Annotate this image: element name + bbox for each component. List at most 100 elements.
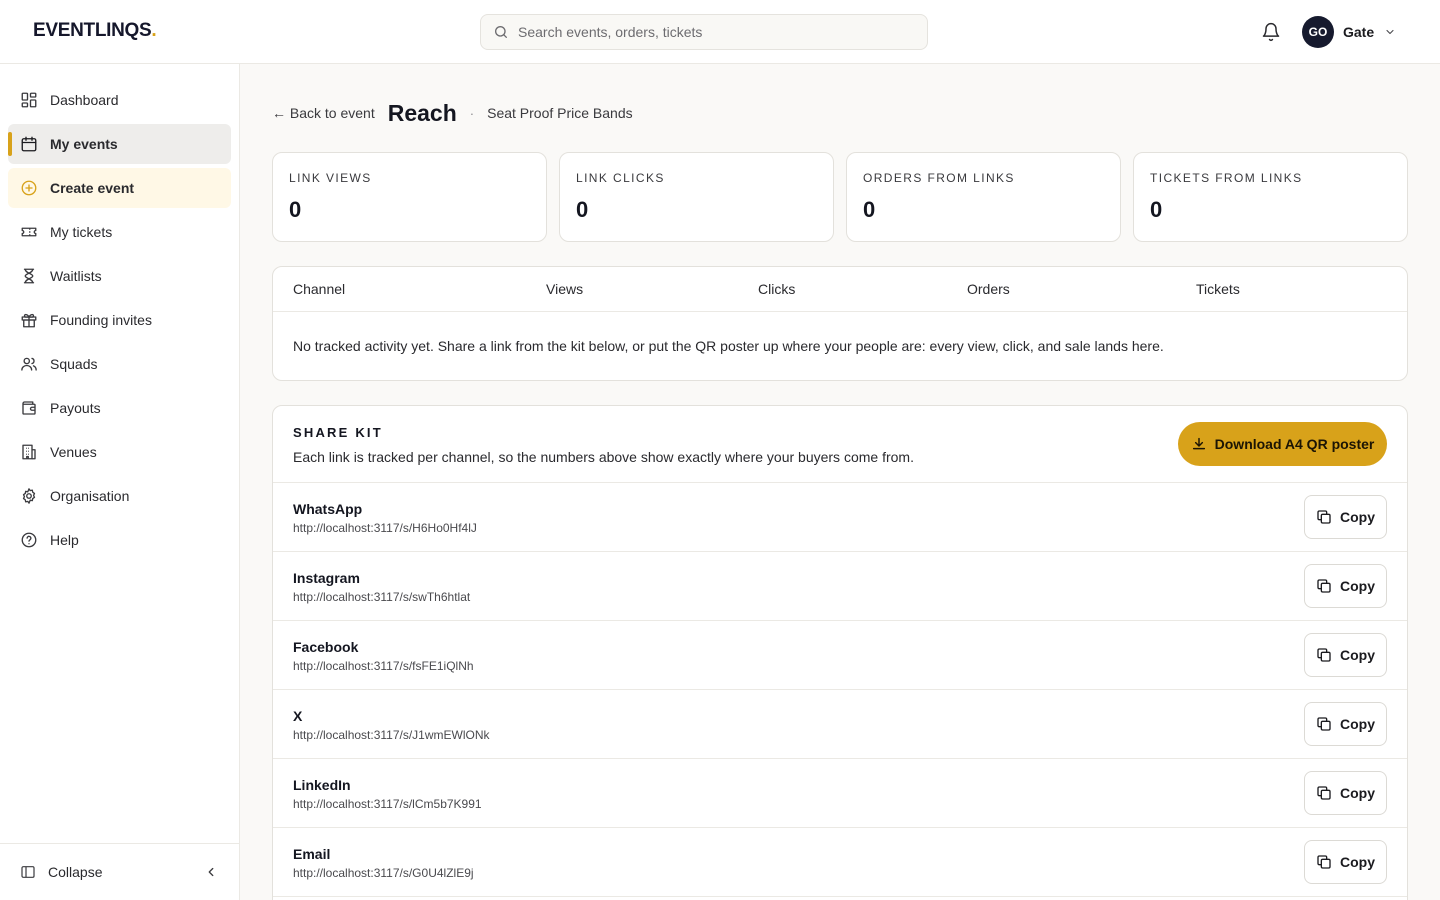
sidebar-item-label: Organisation <box>50 488 130 504</box>
sidebar-item-help[interactable]: Help <box>8 520 231 560</box>
sidebar-item-organisation[interactable]: Organisation <box>8 476 231 516</box>
copy-label: Copy <box>1340 716 1375 732</box>
share-row-email: Email http://localhost:3117/s/G0U4lZlE9j… <box>273 828 1407 897</box>
channel-url: http://localhost:3117/s/J1wmEWlONk <box>293 728 490 742</box>
collapse-button[interactable]: Collapse <box>0 843 239 900</box>
notifications-button[interactable] <box>1259 20 1283 44</box>
download-button-label: Download A4 QR poster <box>1214 436 1375 452</box>
sidebar-item-my-events[interactable]: My events <box>8 124 231 164</box>
copy-button[interactable]: Copy <box>1304 633 1387 677</box>
event-name: Seat Proof Price Bands <box>487 105 633 121</box>
avatar: GO <box>1302 16 1334 48</box>
copy-icon <box>1317 648 1331 662</box>
copy-label: Copy <box>1340 509 1375 525</box>
users-icon <box>21 357 37 371</box>
sidebar-item-create-event[interactable]: Create event <box>8 168 231 208</box>
download-qr-poster-button[interactable]: Download A4 QR poster <box>1178 422 1387 466</box>
stat-label: LINK VIEWS <box>289 171 372 185</box>
sidebar: Dashboard My events Create event My tick… <box>0 64 240 900</box>
channel-url: http://localhost:3117/s/swTh6htlat <box>293 590 471 604</box>
gear-icon <box>22 488 36 504</box>
ticket-icon <box>21 227 37 237</box>
table-header: Channel Views Clicks Orders Tickets <box>273 267 1407 312</box>
sidebar-item-waitlists[interactable]: Waitlists <box>8 256 231 296</box>
chevron-left-icon <box>208 867 214 877</box>
channel-name: Instagram <box>293 570 360 586</box>
sidebar-nav: Dashboard My events Create event My tick… <box>8 80 231 564</box>
column-header-tickets: Tickets <box>1196 281 1240 297</box>
stat-value: 0 <box>576 197 589 222</box>
stat-label: TICKETS FROM LINKS <box>1150 171 1303 185</box>
user-menu[interactable]: GO Gate <box>1302 16 1396 48</box>
chevron-down-icon <box>1386 29 1394 35</box>
channel-name: WhatsApp <box>293 501 363 517</box>
main-content: ← Back to event Reach · Seat Proof Price… <box>240 64 1440 900</box>
sidebar-item-label: Founding invites <box>50 312 152 328</box>
user-name: Gate <box>1343 24 1375 40</box>
calendar-icon <box>21 136 37 152</box>
copy-icon <box>1317 855 1331 869</box>
empty-state-message: No tracked activity yet. Share a link fr… <box>293 338 1164 354</box>
collapse-label: Collapse <box>48 864 103 880</box>
stat-value: 0 <box>289 197 302 222</box>
copy-label: Copy <box>1340 785 1375 801</box>
share-row-x: X http://localhost:3117/s/J1wmEWlONk Cop… <box>273 690 1407 759</box>
sidebar-item-founding-invites[interactable]: Founding invites <box>8 300 231 340</box>
copy-icon <box>1317 510 1331 524</box>
sidebar-item-label: Waitlists <box>50 268 102 284</box>
brand-logo[interactable]: EVENTLINQS. <box>33 20 157 42</box>
copy-button[interactable]: Copy <box>1304 564 1387 608</box>
stat-label: LINK CLICKS <box>576 171 665 185</box>
search-icon <box>495 26 507 38</box>
wallet-icon <box>22 401 36 415</box>
channel-url: http://localhost:3117/s/H6Ho0Hf4lJ <box>293 521 477 535</box>
gift-icon <box>21 313 37 328</box>
stats-row: LINK VIEWS 0 LINK CLICKS 0 ORDERS FROM L… <box>272 152 1408 242</box>
hourglass-icon <box>23 268 35 284</box>
dashboard-icon <box>21 92 37 108</box>
copy-icon <box>1317 786 1331 800</box>
share-row-whatsapp: WhatsApp http://localhost:3117/s/H6Ho0Hf… <box>273 483 1407 552</box>
stat-card-link-views: LINK VIEWS 0 <box>272 152 547 242</box>
sidebar-item-payouts[interactable]: Payouts <box>8 388 231 428</box>
channel-name: Facebook <box>293 639 359 655</box>
sidebar-item-venues[interactable]: Venues <box>8 432 231 472</box>
page-title: Reach <box>387 99 457 126</box>
copy-button[interactable]: Copy <box>1304 702 1387 746</box>
channel-url: http://localhost:3117/s/fsFE1iQlNh <box>293 659 474 673</box>
stat-label: ORDERS FROM LINKS <box>863 171 1015 185</box>
back-to-event-link[interactable]: ← Back to event <box>272 105 375 121</box>
stat-card-orders-from-links: ORDERS FROM LINKS 0 <box>846 152 1121 242</box>
copy-icon <box>1317 717 1331 731</box>
copy-button[interactable]: Copy <box>1304 495 1387 539</box>
copy-button[interactable]: Copy <box>1304 840 1387 884</box>
share-kit-header: SHARE KIT Each link is tracked per chann… <box>273 406 1407 483</box>
share-kit-subtitle: Each link is tracked per channel, so the… <box>293 449 914 465</box>
stat-value: 0 <box>1150 197 1163 222</box>
search-input[interactable] <box>518 24 898 40</box>
stat-value: 0 <box>863 197 876 222</box>
stat-card-tickets-from-links: TICKETS FROM LINKS 0 <box>1133 152 1408 242</box>
sidebar-item-dashboard[interactable]: Dashboard <box>8 80 231 120</box>
search-box[interactable] <box>480 14 928 50</box>
breadcrumb: ← Back to event Reach · Seat Proof Price… <box>272 100 633 126</box>
copy-label: Copy <box>1340 647 1375 663</box>
column-header-orders: Orders <box>967 281 1010 297</box>
share-row-facebook: Facebook http://localhost:3117/s/fsFE1iQ… <box>273 621 1407 690</box>
sidebar-panel-icon <box>21 866 35 878</box>
channel-table: Channel Views Clicks Orders Tickets No t… <box>272 266 1408 381</box>
sidebar-item-label: My tickets <box>50 224 113 240</box>
sidebar-item-squads[interactable]: Squads <box>8 344 231 384</box>
brand-name: EVENTLINQS <box>33 20 152 41</box>
stat-card-link-clicks: LINK CLICKS 0 <box>559 152 834 242</box>
download-icon <box>1192 437 1205 450</box>
building-icon <box>22 444 36 460</box>
top-bar: EVENTLINQS. GO Gate <box>0 0 1440 64</box>
sidebar-item-label: Squads <box>50 356 98 372</box>
help-icon <box>21 532 37 548</box>
sidebar-item-my-tickets[interactable]: My tickets <box>8 212 231 252</box>
copy-button[interactable]: Copy <box>1304 771 1387 815</box>
sidebar-item-label: Help <box>50 532 79 548</box>
channel-name: X <box>293 708 303 724</box>
bell-icon <box>1262 22 1280 42</box>
